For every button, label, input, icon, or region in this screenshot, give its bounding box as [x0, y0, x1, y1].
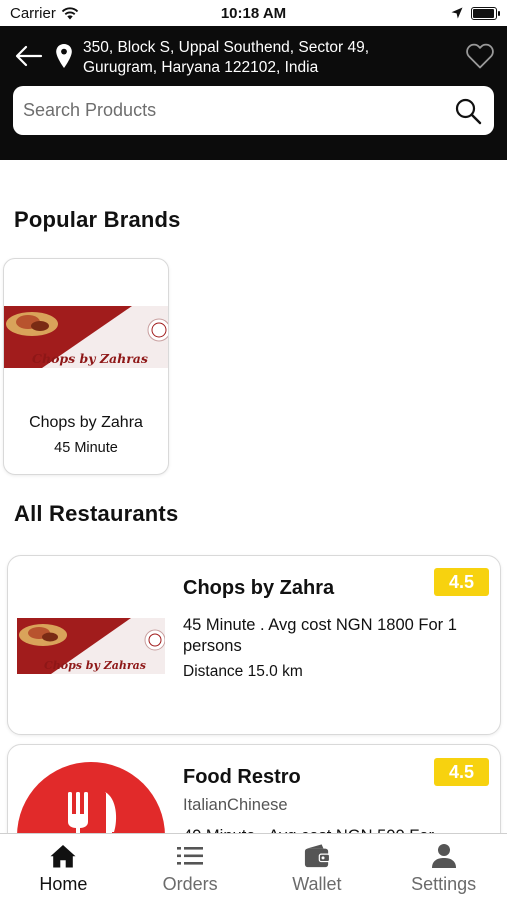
restaurant-distance: Distance 15.0 km — [183, 663, 303, 680]
brand-name: Chops by Zahra — [29, 414, 143, 431]
location-arrow-icon — [451, 7, 463, 19]
back-arrow-icon[interactable] — [14, 44, 44, 68]
status-bar: Carrier 10:18 AM — [0, 0, 507, 26]
tab-wallet[interactable]: Wallet — [254, 834, 381, 900]
header: 350, Block S, Uppal Southend, Sector 49,… — [0, 26, 507, 160]
wifi-icon — [61, 6, 79, 19]
address-line-1: 350, Block S, Uppal Southend, Sector 49, — [83, 39, 370, 56]
list-icon — [177, 847, 204, 865]
wallet-icon — [304, 844, 331, 868]
brand-card[interactable]: Chops by Zahras Chops by Zahra 45 Minute — [3, 258, 169, 475]
search-input[interactable] — [23, 100, 454, 121]
restaurant-cuisine: ItalianChinese — [183, 796, 288, 814]
brand-banner-text: Chops by Zahras — [32, 351, 148, 366]
rating-badge: 4.5 — [434, 758, 489, 786]
search-icon[interactable] — [454, 97, 482, 125]
restaurant-card[interactable]: Chops by Zahras Chops by Zahra 4.5 45 Mi… — [7, 555, 501, 735]
brand-banner-image: Chops by Zahras — [4, 306, 168, 368]
restaurant-banner-image: Chops by Zahras — [17, 618, 165, 674]
delivery-address[interactable]: 350, Block S, Uppal Southend, Sector 49,… — [83, 38, 443, 78]
address-line-2: Gurugram, Haryana 122102, India — [83, 59, 319, 76]
heart-icon[interactable] — [465, 42, 495, 70]
search-bar[interactable] — [13, 86, 494, 135]
home-icon — [50, 845, 76, 868]
status-right — [451, 6, 500, 20]
status-left: Carrier — [10, 5, 79, 22]
carrier-label: Carrier — [10, 4, 56, 22]
person-icon — [431, 844, 456, 868]
all-restaurants-title: All Restaurants — [14, 501, 179, 526]
tab-settings[interactable]: Settings — [380, 834, 507, 900]
restaurant-banner-text: Chops by Zahras — [44, 659, 146, 672]
restaurant-name: Chops by Zahra — [183, 577, 335, 599]
brand-time: 45 Minute — [54, 440, 118, 456]
restaurant-info: 45 Minute . Avg cost NGN 1800 For 1 pers… — [183, 616, 457, 655]
tab-bar: Home Orders Wallet Settings — [0, 833, 507, 900]
tab-home-label: Home — [39, 874, 88, 894]
tab-orders-label: Orders — [162, 874, 218, 894]
restaurant-name: Food Restro — [183, 766, 301, 788]
rating-badge: 4.5 — [434, 568, 489, 596]
location-pin-icon — [56, 44, 72, 68]
tab-home[interactable]: Home — [0, 834, 127, 900]
tab-settings-label: Settings — [411, 874, 477, 894]
popular-brands-title: Popular Brands — [14, 207, 181, 232]
battery-icon — [471, 6, 500, 20]
battery-level — [473, 8, 494, 18]
tab-orders[interactable]: Orders — [127, 834, 254, 900]
tab-wallet-label: Wallet — [292, 874, 342, 894]
